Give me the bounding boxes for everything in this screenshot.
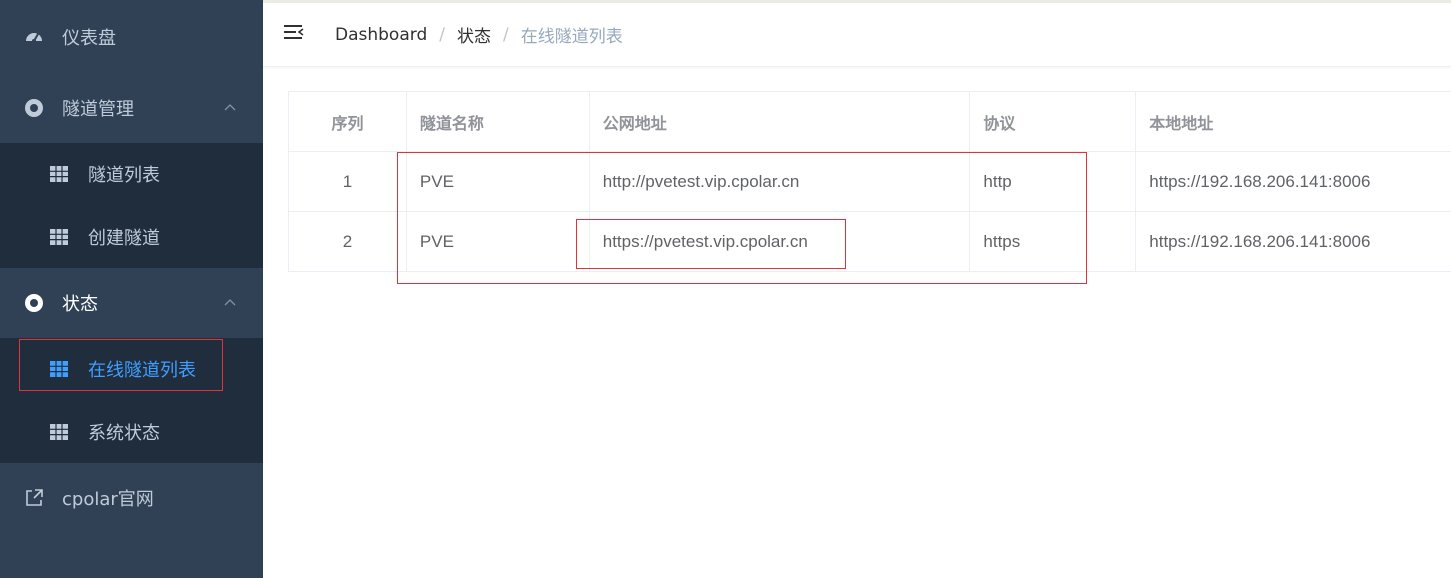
table-icon: [50, 424, 68, 440]
sidebar-item-dashboard[interactable]: 仪表盘: [0, 0, 263, 73]
table-cell: https: [970, 212, 1137, 271]
table-icon: [50, 166, 68, 182]
chevron-up-icon: [222, 295, 238, 311]
sidebar-item-create-tunnel[interactable]: 创建隧道: [0, 206, 263, 268]
column-header: 协议: [970, 92, 1137, 151]
table-cell: 1: [289, 152, 407, 211]
breadcrumb-separator: /: [502, 24, 509, 45]
column-header: 公网地址: [590, 92, 971, 151]
submenu-status: 在线隧道列表 系统状态: [0, 338, 263, 463]
sidebar-item-label: cpolar官网: [62, 489, 154, 510]
sidebar-item-label: 创建隧道: [88, 228, 160, 249]
sidebar-item-tunnel-management[interactable]: 隧道管理: [0, 73, 263, 143]
table-cell: PVE: [407, 212, 590, 271]
sidebar-item-cpolar-website[interactable]: cpolar官网: [0, 463, 263, 533]
hamburger-icon[interactable]: [283, 22, 305, 44]
sidebar-item-label: 隧道管理: [62, 99, 134, 120]
table-cell: PVE: [407, 152, 590, 211]
table-row[interactable]: 1 PVE http://pvetest.vip.cpolar.cn http …: [289, 152, 1451, 212]
sidebar: 仪表盘 隧道管理 隧道列表 创建隧道 状态 在线隧道列表 系统状态 cpolar…: [0, 0, 263, 578]
dashboard-icon: [24, 27, 44, 47]
chevron-up-icon: [222, 100, 238, 116]
sidebar-item-system-status[interactable]: 系统状态: [0, 401, 263, 463]
submenu-tunnel-management: 隧道列表 创建隧道: [0, 143, 263, 268]
sidebar-item-status[interactable]: 状态: [0, 268, 263, 338]
sidebar-item-label: 系统状态: [88, 423, 160, 444]
table-cell: https://pvetest.vip.cpolar.cn: [590, 212, 971, 271]
table-icon: [50, 229, 68, 245]
sidebar-item-label: 在线隧道列表: [88, 360, 196, 381]
external-link-icon: [24, 488, 44, 508]
sidebar-item-online-tunnels[interactable]: 在线隧道列表: [0, 338, 263, 400]
table-cell: 2: [289, 212, 407, 271]
table-icon: [50, 361, 68, 377]
table-cell: https://192.168.206.141:8006: [1149, 231, 1371, 251]
navbar: Dashboard / 状态 / 在线隧道列表: [263, 3, 1451, 67]
column-header: 序列: [289, 92, 407, 151]
breadcrumb-item-current: 在线隧道列表: [520, 27, 623, 47]
table-header-row: 序列 隧道名称 公网地址 协议 本地地址: [289, 92, 1451, 152]
compass-icon: [24, 98, 44, 118]
table-cell: http://pvetest.vip.cpolar.cn: [590, 152, 971, 211]
sidebar-item-label: 仪表盘: [62, 27, 116, 49]
column-header: 本地地址: [1149, 113, 1214, 133]
sidebar-item-label: 状态: [62, 294, 98, 315]
column-header: 隧道名称: [407, 92, 590, 151]
sidebar-item-label: 隧道列表: [88, 165, 160, 186]
compass-icon: [24, 293, 44, 313]
table-row[interactable]: 2 PVE https://pvetest.vip.cpolar.cn http…: [289, 212, 1451, 272]
breadcrumb-separator: /: [439, 24, 445, 45]
table-cell: https://192.168.206.141:8006: [1149, 171, 1371, 191]
breadcrumb-item-dashboard[interactable]: Dashboard: [335, 25, 427, 45]
sidebar-item-tunnel-list[interactable]: 隧道列表: [0, 143, 263, 205]
breadcrumb-item-status[interactable]: 状态: [457, 22, 491, 47]
tunnel-table: 序列 隧道名称 公网地址 协议 本地地址 1 PVE http://pvetes…: [288, 91, 1451, 272]
table-cell: http: [970, 152, 1137, 211]
breadcrumb: Dashboard / 状态 / 在线隧道列表: [335, 22, 623, 48]
